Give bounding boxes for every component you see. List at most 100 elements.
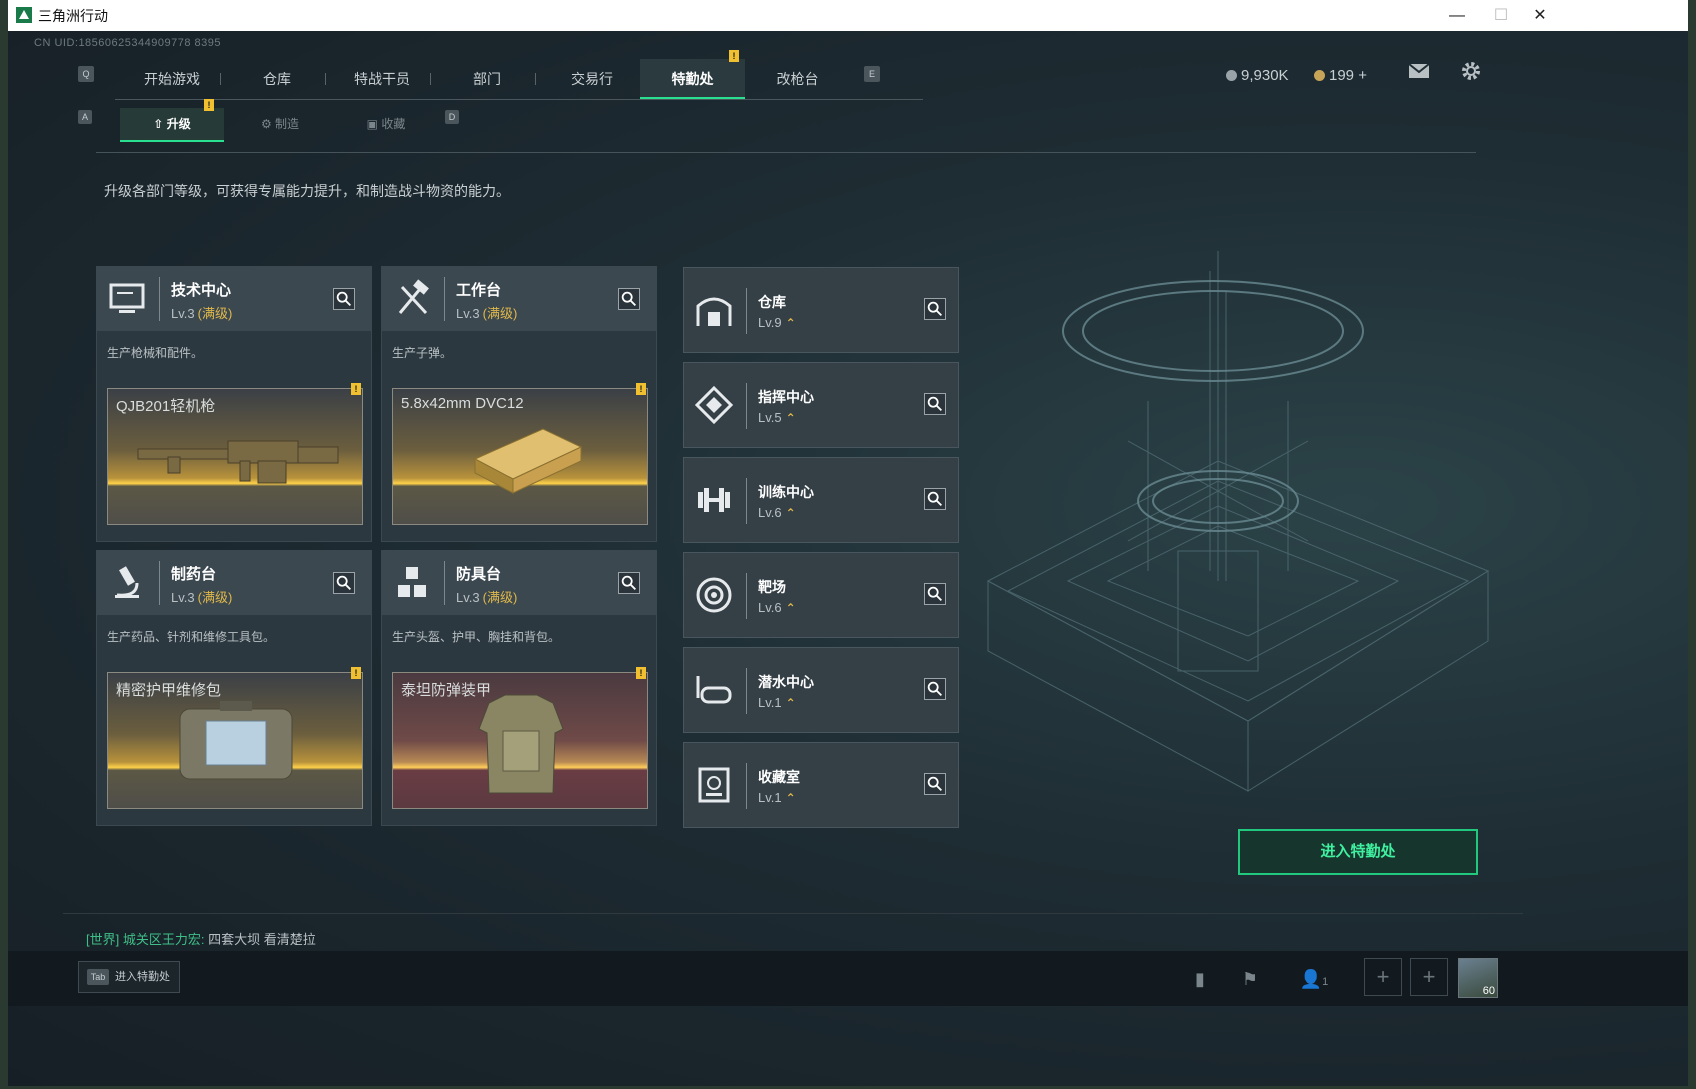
stats-chart-icon[interactable]: ▮ — [1186, 969, 1214, 993]
product-notice-badge: ! — [636, 383, 646, 395]
facility-card-workbench[interactable]: 工作台 Lv.3 (满级) 生产子弹。 5.8x42mm DVC12 ! — [381, 266, 657, 542]
header-divider — [746, 288, 747, 334]
max-level-tag: (满级) — [197, 590, 233, 605]
subtab-upgrade-label: 升级 — [166, 117, 191, 131]
facility-description: 生产头盔、护甲、胸挂和背包。 — [392, 630, 561, 644]
tab-operators[interactable]: 特战干员 — [325, 59, 439, 99]
facility-card-armor-bench[interactable]: 防具台 Lv.3 (满级) 生产头盔、护甲、胸挂和背包。 泰坦防弹装甲 ! — [381, 550, 657, 826]
friends-count: 1 — [1322, 976, 1329, 988]
add-teammate-button[interactable]: + — [1410, 958, 1448, 996]
room-card-diving-center[interactable]: 潜水中心 Lv.1 ⌃ — [683, 647, 959, 733]
friends-icon[interactable]: 👤1 — [1294, 969, 1334, 993]
level-text: Lv.6 — [758, 600, 782, 615]
header-divider — [159, 277, 160, 321]
player-avatar[interactable]: 60 — [1458, 958, 1498, 998]
gold-amount: 199 + — [1329, 67, 1367, 84]
room-name: 训练中心 — [758, 484, 814, 500]
tools-icon — [398, 279, 429, 315]
level-text: Lv.5 — [758, 410, 782, 425]
facility-name: 制药台 — [171, 566, 217, 583]
room-level: Lv.9 ⌃ — [758, 315, 796, 330]
subtab-craft-label: 制造 — [275, 117, 300, 131]
search-icon[interactable] — [924, 773, 946, 795]
room-card-shooting-range[interactable]: 靶场 Lv.6 ⌃ — [683, 552, 959, 638]
search-icon[interactable] — [924, 678, 946, 700]
header-divider — [746, 763, 747, 809]
flag-icon[interactable]: ⚑ — [1236, 969, 1264, 993]
upgrade-chevron-icon: ⌃ — [785, 601, 796, 615]
enter-special-ops-button[interactable]: 进入特勤处 — [1238, 829, 1478, 875]
tab-special-ops[interactable]: 特勤处 — [640, 59, 745, 99]
upgrade-chevron-icon: ⌃ — [785, 791, 796, 805]
search-icon[interactable] — [924, 298, 946, 320]
product-slot[interactable]: 5.8x42mm DVC12 — [392, 388, 648, 525]
room-card-warehouse[interactable]: 仓库 Lv.9 ⌃ — [683, 267, 959, 353]
upgrade-chevron-icon: ⌃ — [785, 316, 796, 330]
level-text: Lv.1 — [758, 695, 782, 710]
tab-warehouse[interactable]: 仓库 — [220, 59, 334, 99]
silver-coin-icon — [1226, 70, 1237, 81]
mail-icon[interactable] — [1408, 63, 1430, 79]
minimize-button[interactable]: — — [1435, 0, 1479, 31]
maximize-button[interactable]: ☐ — [1479, 0, 1523, 31]
tab-start-game[interactable]: 开始游戏 — [115, 59, 229, 99]
chat-line[interactable]: [世界] 城关区王力宏: 四套大坝 看清楚拉 — [86, 929, 316, 948]
product-notice-badge: ! — [351, 667, 361, 679]
search-icon[interactable] — [333, 572, 355, 594]
search-icon[interactable] — [333, 288, 355, 310]
product-name: 精密护甲维修包 — [116, 682, 222, 699]
facility-level: Lv.3 (满级) — [456, 587, 517, 606]
subtab-collection-label: 收藏 — [381, 117, 406, 131]
level-text: Lv.9 — [758, 315, 782, 330]
settings-gear-icon[interactable] — [1460, 60, 1482, 82]
header-divider — [444, 561, 445, 605]
tab-department[interactable]: 部门 — [430, 59, 544, 99]
search-icon[interactable] — [924, 583, 946, 605]
facility-card-pharmacy[interactable]: 制药台 Lv.3 (满级) 生产药品、针剂和维修工具包。 精密护甲维修包 ! — [96, 550, 372, 826]
room-card-collection-room[interactable]: 收藏室 Lv.1 ⌃ — [683, 742, 959, 828]
tab-shortcut-label: 进入特勤处 — [115, 971, 170, 983]
subtab-craft[interactable]: ⚙ 制造 — [224, 108, 336, 140]
search-icon[interactable] — [924, 488, 946, 510]
room-level: Lv.5 ⌃ — [758, 410, 796, 425]
search-icon[interactable] — [618, 572, 640, 594]
special-ops-notice-badge: ! — [729, 50, 739, 62]
search-icon[interactable] — [618, 288, 640, 310]
facility-card-tech-center[interactable]: 技术中心 Lv.3 (满级) 生产枪械和配件。 QJB201轻机枪 ! — [96, 266, 372, 542]
facility-name: 防具台 — [456, 566, 502, 583]
product-slot[interactable]: 泰坦防弹装甲 — [392, 672, 648, 809]
upgrade-chevron-icon: ⌃ — [785, 696, 796, 710]
upgrade-chevron-icon: ⌃ — [785, 411, 796, 425]
page-description: 升级各部门等级，可获得专属能力提升，和制造战斗物资的能力。 — [104, 183, 510, 199]
product-name: QJB201轻机枪 — [116, 398, 216, 415]
collection-icon — [698, 767, 730, 803]
close-button[interactable]: ✕ — [1518, 0, 1562, 31]
facility-description: 生产枪械和配件。 — [107, 346, 204, 360]
header-divider — [746, 668, 747, 714]
facility-level: Lv.3 (满级) — [171, 303, 232, 322]
tab-gunsmith[interactable]: 改枪台 — [745, 59, 850, 99]
room-card-command-center[interactable]: 指挥中心 Lv.5 ⌃ — [683, 362, 959, 448]
subtab-collection[interactable]: ▣ 收藏 — [330, 108, 442, 140]
command-icon — [694, 385, 734, 425]
product-notice-badge: ! — [636, 667, 646, 679]
level-text: Lv.3 — [456, 306, 480, 321]
room-card-training-center[interactable]: 训练中心 Lv.6 ⌃ — [683, 457, 959, 543]
product-name: 泰坦防弹装甲 — [401, 682, 492, 699]
product-slot[interactable]: 精密护甲维修包 — [107, 672, 363, 809]
facility-level: Lv.3 (满级) — [456, 303, 517, 322]
room-level: Lv.1 ⌃ — [758, 790, 796, 805]
search-icon[interactable] — [924, 393, 946, 415]
tab-trading[interactable]: 交易行 — [535, 59, 649, 99]
silver-amount: 9,930K — [1241, 67, 1289, 84]
product-slot[interactable]: QJB201轻机枪 — [107, 388, 363, 525]
subtab-upgrade[interactable]: ⇧ 升级 — [120, 108, 224, 142]
product-name: 5.8x42mm DVC12 — [401, 395, 524, 412]
room-level: Lv.1 ⌃ — [758, 695, 796, 710]
gold-coin-icon — [1314, 70, 1325, 81]
gold-currency[interactable]: 199 + — [1314, 67, 1367, 84]
key-hint-e: E — [864, 66, 880, 82]
header-divider — [444, 277, 445, 321]
add-teammate-button[interactable]: + — [1364, 958, 1402, 996]
tab-shortcut-hint[interactable]: Tab 进入特勤处 — [78, 961, 180, 993]
